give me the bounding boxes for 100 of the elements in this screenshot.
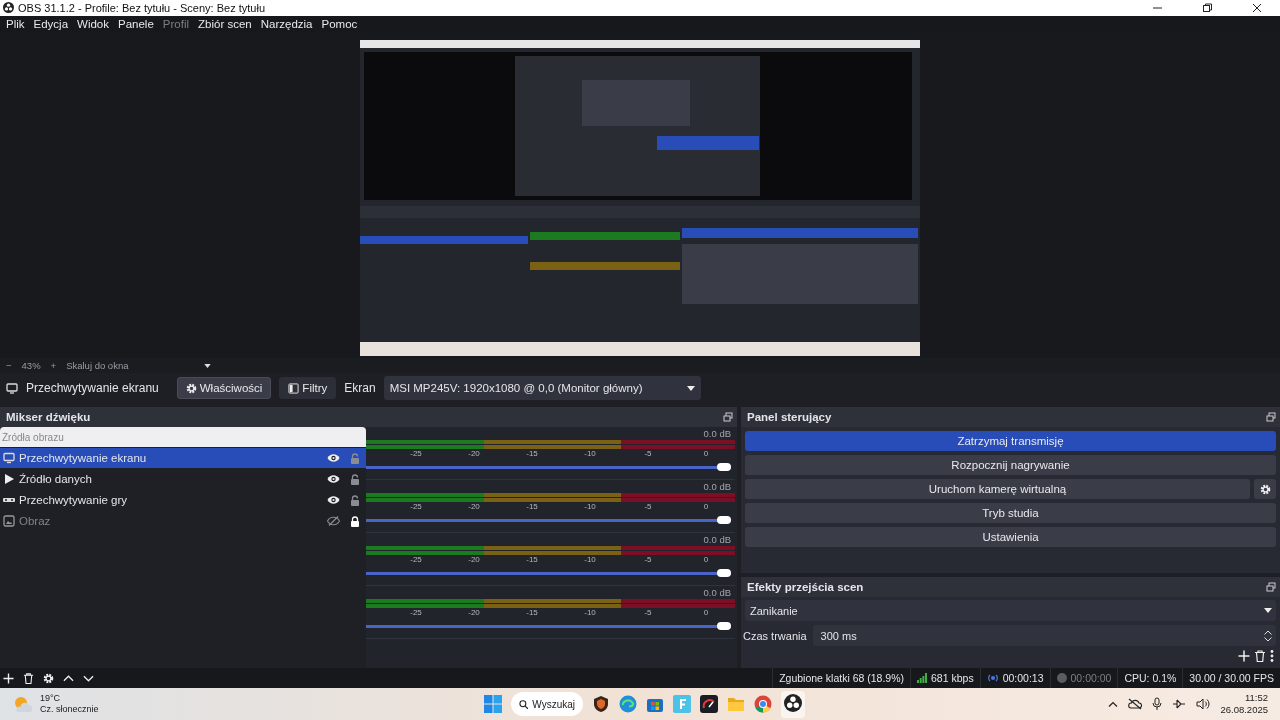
add-icon[interactable] xyxy=(3,672,14,684)
slider-handle[interactable] xyxy=(717,622,731,631)
panel-title: Mikser dźwięku xyxy=(6,411,91,424)
lock-icon[interactable] xyxy=(350,515,360,527)
volume-reading: 0.0 dB xyxy=(702,480,732,494)
scale-label: 0 xyxy=(702,555,710,567)
record-time: 00:00:00 xyxy=(1070,672,1112,685)
shield-icon[interactable] xyxy=(592,695,610,714)
eye-icon[interactable] xyxy=(327,453,340,464)
menu-item[interactable]: Plik xyxy=(2,17,29,30)
menu-item[interactable]: Pomoc xyxy=(317,17,362,30)
scale-label: -15 xyxy=(525,555,539,567)
volume-reading: 0.0 dB xyxy=(702,533,732,547)
unlocked-icon[interactable] xyxy=(350,494,360,506)
undock-icon[interactable] xyxy=(1266,582,1276,593)
filters-button[interactable]: Filtry xyxy=(279,377,337,400)
app-tile-icon[interactable] xyxy=(673,695,691,714)
scale-label: -5 xyxy=(643,608,653,620)
start-icon[interactable] xyxy=(484,695,502,714)
cloud-off-icon[interactable] xyxy=(1128,698,1143,711)
zoom-level: 43% xyxy=(21,360,41,372)
search-field[interactable]: Wyszukaj xyxy=(511,692,583,717)
zoom-out-button[interactable]: − xyxy=(6,360,12,372)
volume-slider[interactable] xyxy=(366,462,731,473)
scale-label: -20 xyxy=(467,502,481,514)
trash-icon[interactable] xyxy=(23,672,34,684)
control-button[interactable]: Rozpocznij nagrywanie xyxy=(745,455,1276,476)
slider-handle[interactable] xyxy=(717,516,731,525)
scale-label: -25 xyxy=(409,555,423,567)
scale-label: -25 xyxy=(409,449,423,461)
gauge-icon[interactable] xyxy=(700,695,718,714)
gear-icon[interactable] xyxy=(43,672,54,684)
record-icon xyxy=(1056,673,1067,684)
bitrate: 681 kbps xyxy=(931,672,974,685)
undock-icon[interactable] xyxy=(723,412,733,423)
scale-label: -5 xyxy=(643,502,653,514)
network-icon[interactable] xyxy=(1172,698,1187,711)
restore-icon[interactable] xyxy=(1202,2,1212,13)
source-item[interactable]: Źródło danych xyxy=(0,469,366,490)
clock-date: 26.08.2025 xyxy=(1220,704,1268,717)
source-item[interactable]: Przechwytywanie ekranu xyxy=(0,448,366,469)
app-logo-icon[interactable] xyxy=(784,693,802,712)
monitor-icon xyxy=(3,452,15,465)
scale-label: 0 xyxy=(702,502,710,514)
trash-icon[interactable] xyxy=(1254,650,1266,663)
duration-field[interactable]: 300 ms xyxy=(812,625,1276,647)
search-icon xyxy=(519,698,529,710)
microphone-icon[interactable] xyxy=(1152,697,1163,712)
monitor-icon xyxy=(6,382,18,394)
fps-counter: 30.00 / 30.00 FPS xyxy=(1189,672,1274,685)
volume-slider[interactable] xyxy=(366,621,731,632)
speaker-icon[interactable] xyxy=(1196,698,1211,711)
properties-button[interactable]: Właściwości xyxy=(176,377,272,400)
unlocked-icon[interactable] xyxy=(350,473,360,485)
slider-handle[interactable] xyxy=(717,463,731,472)
filter-icon xyxy=(288,382,300,394)
menu-item[interactable]: Edycja xyxy=(29,17,73,30)
control-button[interactable]: Tryb studia xyxy=(745,503,1276,524)
eye-icon[interactable] xyxy=(327,495,340,506)
scale-label: -25 xyxy=(409,502,423,514)
eye-slash-icon[interactable] xyxy=(327,516,340,527)
source-item[interactable]: Obraz xyxy=(0,511,366,532)
scale-label: -10 xyxy=(583,555,597,567)
scale-dropdown[interactable]: Skaluj do okna xyxy=(66,360,212,372)
settings-button[interactable] xyxy=(1254,479,1276,500)
duration-label: Czas trwania xyxy=(743,629,807,642)
menu-item[interactable]: Narzędzia xyxy=(256,17,317,30)
close-icon[interactable] xyxy=(1252,2,1262,13)
screen-dropdown[interactable]: MSI MP245V: 1920x1080 @ 0,0 (Monitor główny) xyxy=(383,376,701,401)
control-button[interactable]: Uruchom kamerę wirtualną xyxy=(745,479,1250,500)
source-item[interactable]: Przechwytywanie gry xyxy=(0,490,366,511)
volume-reading: 0.0 dB xyxy=(702,586,732,600)
slider-handle[interactable] xyxy=(717,569,731,578)
volume-slider[interactable] xyxy=(366,515,731,526)
chevron-up-icon[interactable] xyxy=(63,672,74,684)
menu-item[interactable]: Zbiór scen xyxy=(194,17,256,30)
transition-dropdown[interactable]: Zanikanie xyxy=(745,600,1276,622)
play-icon xyxy=(3,473,15,486)
temperature: 19°C xyxy=(40,693,62,705)
undock-icon[interactable] xyxy=(1266,412,1276,423)
zoom-in-button[interactable]: + xyxy=(50,360,57,372)
eye-icon[interactable] xyxy=(327,474,340,485)
control-button[interactable]: Ustawienia xyxy=(745,527,1276,548)
search-field[interactable]: Źródła obrazu xyxy=(0,427,366,448)
scale-label: -20 xyxy=(467,555,481,567)
browser-icon[interactable] xyxy=(619,695,637,714)
scale-label: -15 xyxy=(525,449,539,461)
menu-item[interactable]: Panele xyxy=(114,17,158,30)
more-icon[interactable] xyxy=(1270,650,1274,663)
volume-slider[interactable] xyxy=(366,568,731,579)
gear-icon xyxy=(1259,483,1271,495)
menu-item[interactable]: Widok xyxy=(73,17,113,30)
scale-label: -10 xyxy=(583,449,597,461)
add-icon[interactable] xyxy=(1238,650,1250,663)
chevron-down-icon[interactable] xyxy=(1264,636,1272,642)
weather-label: Cz. słonecznie xyxy=(40,704,99,716)
chevron-up-icon[interactable] xyxy=(1108,701,1119,708)
chrome-icon[interactable] xyxy=(754,695,772,714)
control-button[interactable]: Zatrzymaj transmisję xyxy=(745,431,1276,452)
volume-reading: 0.0 dB xyxy=(702,427,732,441)
